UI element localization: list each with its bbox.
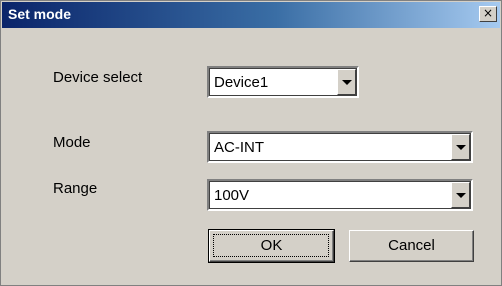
- range-value: 100V: [214, 187, 250, 204]
- chevron-down-icon: [342, 80, 352, 85]
- range-dropdown[interactable]: 100V: [207, 179, 473, 211]
- chevron-down-icon: [456, 193, 466, 198]
- device-select-dropdown[interactable]: Device1: [207, 66, 359, 98]
- cancel-button[interactable]: Cancel: [349, 230, 474, 262]
- ok-button[interactable]: OK: [208, 229, 335, 263]
- mode-value: AC-INT: [214, 139, 264, 156]
- mode-label: Mode: [53, 134, 91, 151]
- range-dropdown-button[interactable]: [451, 182, 470, 208]
- range-label: Range: [53, 180, 98, 197]
- title-bar[interactable]: Set mode ×: [2, 2, 500, 28]
- device-select-value: Device1: [214, 74, 269, 91]
- cancel-button-label: Cancel: [388, 237, 435, 254]
- chevron-down-icon: [456, 145, 466, 150]
- set-mode-dialog: Set mode × Device select Device1 Mode AC…: [0, 0, 502, 286]
- mode-dropdown[interactable]: AC-INT: [207, 131, 473, 163]
- mode-dropdown-button[interactable]: [451, 134, 470, 160]
- dialog-title: Set mode: [8, 6, 72, 22]
- close-icon[interactable]: ×: [479, 6, 497, 22]
- device-select-dropdown-button[interactable]: [337, 69, 356, 95]
- device-select-label: Device select: [53, 69, 143, 86]
- ok-button-label: OK: [260, 237, 283, 254]
